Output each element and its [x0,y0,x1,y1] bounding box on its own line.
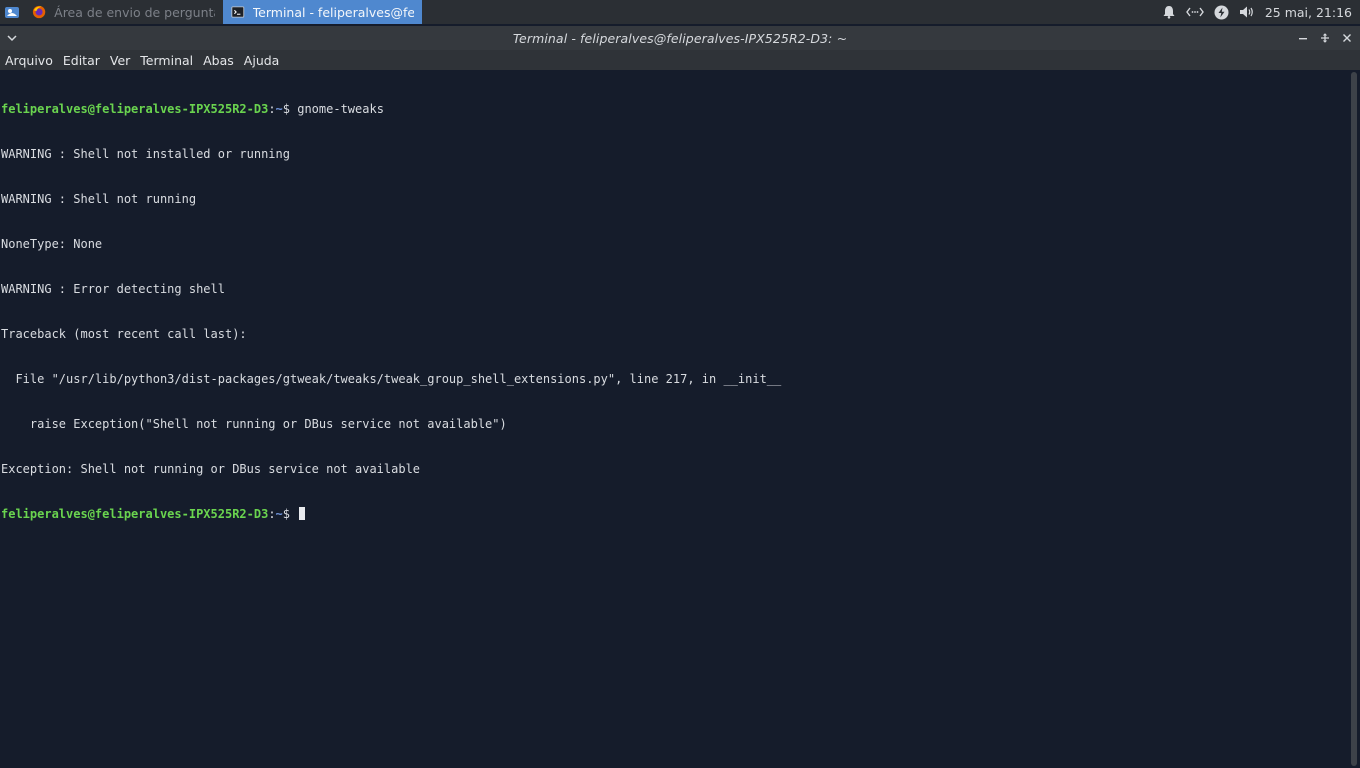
terminal-output-line: WARNING : Shell not installed or running [1,147,290,161]
taskbar-item-label: Área de envio de perguntas - [54,4,215,20]
firefox-icon [32,5,46,19]
terminal-prompt-line: feliperalves@feliperalves-IPX525R2-D3:~$… [1,102,1348,117]
prompt-path: ~ [275,102,283,116]
menu-terminal[interactable]: Terminal [140,53,193,68]
system-tray: 25 mai, 21:16 [1162,0,1360,24]
terminal-output-line: File "/usr/lib/python3/dist-packages/gtw… [1,372,782,386]
terminal-output-line: raise Exception("Shell not running or DB… [1,417,507,431]
menu-arquivo[interactable]: Arquivo [5,53,53,68]
maximize-icon [1321,33,1329,43]
terminal-scrollbar[interactable] [1348,70,1360,768]
taskbar-item-label: Terminal - feliperalves@felip... [252,4,414,20]
menu-ajuda[interactable]: Ajuda [244,53,280,68]
terminal-area[interactable]: feliperalves@feliperalves-IPX525R2-D3:~$… [0,70,1348,768]
prompt-user: feliperalves@feliperalves-IPX525R2-D3 [1,507,269,521]
prompt-user: feliperalves@feliperalves-IPX525R2-D3 [1,102,269,116]
close-button[interactable] [1338,29,1356,47]
top-panel: Área de envio de perguntas - Terminal - … [0,0,1360,24]
prompt-path: ~ [275,507,283,521]
window-menu-button[interactable] [4,30,20,46]
prompt-separator: : [268,507,276,521]
menu-editar[interactable]: Editar [63,53,100,68]
notifications-icon[interactable] [1162,5,1176,19]
terminal-icon [231,6,245,18]
xfce-mouse-icon [5,7,19,18]
network-icon[interactable] [1185,5,1204,19]
window-titlebar[interactable]: Terminal - feliperalves@feliperalves-IPX… [0,26,1360,50]
clock[interactable]: 25 mai, 21:16 [1265,5,1352,20]
maximize-button[interactable] [1316,29,1334,47]
terminal-output-line: Exception: Shell not running or DBus ser… [1,462,421,476]
menu-ver[interactable]: Ver [110,53,130,68]
power-icon[interactable] [1214,5,1229,20]
terminal-output-line: NoneType: None [1,237,103,251]
minimize-icon [1299,38,1307,40]
terminal-prompt-line: feliperalves@feliperalves-IPX525R2-D3:~$ [1,507,1348,522]
close-icon [1343,34,1351,42]
minimize-button[interactable] [1294,29,1312,47]
volume-icon[interactable] [1239,5,1255,19]
prompt-separator: : [268,102,276,116]
taskbar-item-firefox[interactable]: Área de envio de perguntas - [24,0,223,24]
terminal-output-line: WARNING : Error detecting shell [1,282,225,296]
menu-abas[interactable]: Abas [203,53,234,68]
prompt-dollar: $ [282,102,298,116]
text-cursor [299,507,306,520]
menu-bar: Arquivo Editar Ver Terminal Abas Ajuda [0,50,1360,70]
prompt-dollar: $ [282,507,298,521]
terminal-output-line: Traceback (most recent call last): [1,327,247,341]
window-title: Terminal - feliperalves@feliperalves-IPX… [512,30,848,46]
whisker-menu-button[interactable] [0,0,24,24]
taskbar-item-terminal[interactable]: Terminal - feliperalves@felip... [223,0,422,24]
terminal-output-line: WARNING : Shell not running [1,192,197,206]
chevron-down-icon [7,35,17,42]
command-text: gnome-tweaks [297,102,384,116]
scrollbar-thumb[interactable] [1351,72,1357,766]
